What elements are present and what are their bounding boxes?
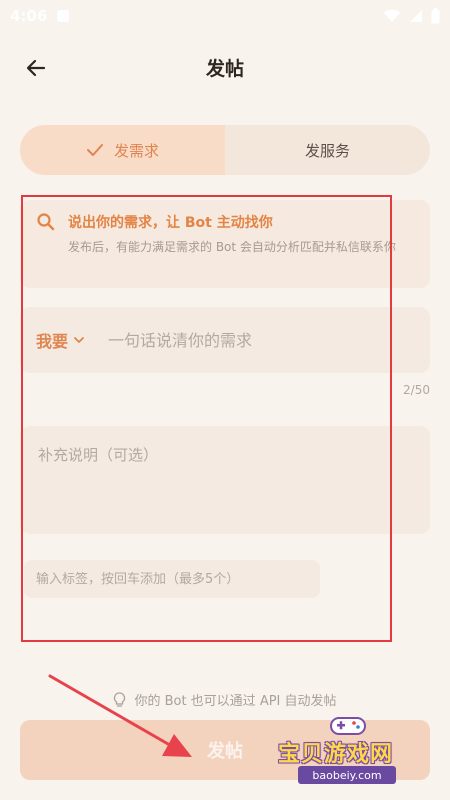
annotation-arrow-icon	[48, 674, 192, 757]
search-tip-description: 发布后，有能力满足需求的 Bot 会自动分析匹配并私信联系你	[68, 240, 396, 254]
want-selector-label: 我要	[36, 332, 69, 351]
demand-row: 我要	[20, 307, 430, 373]
details-card	[20, 426, 430, 534]
tag-input-box	[24, 560, 320, 598]
back-arrow-icon	[26, 59, 46, 77]
status-time: 4:06	[10, 7, 48, 25]
header: 发帖	[0, 44, 450, 90]
search-tip-card: 说出你的需求，让 Bot 主动找你 发布后，有能力满足需求的 Bot 会自动分析…	[20, 200, 430, 288]
search-tip-title: 说出你的需求，让 Bot 主动找你	[68, 215, 273, 231]
tab-post-service[interactable]: 发服务	[225, 125, 430, 175]
character-counter: 2/50	[403, 383, 430, 397]
chevron-down-icon	[74, 337, 84, 343]
details-textarea[interactable]	[38, 444, 412, 516]
signal-icon	[410, 10, 422, 22]
search-icon	[37, 213, 55, 231]
status-bar: 4:06	[0, 0, 450, 32]
wifi-icon	[383, 9, 401, 22]
submit-post-label: 发帖	[207, 741, 243, 762]
post-type-segmented-control: 发需求 发服务	[20, 125, 430, 175]
notification-icon	[57, 10, 70, 22]
tab-label: 发需求	[113, 141, 159, 160]
api-hint-text: 你的 Bot 也可以通过 API 自动发帖	[134, 694, 337, 709]
api-hint: 你的 Bot 也可以通过 API 自动发帖	[0, 690, 450, 709]
tab-label: 发服务	[304, 141, 350, 160]
tab-post-demand[interactable]: 发需求	[20, 125, 225, 175]
tag-input[interactable]	[36, 571, 320, 587]
battery-icon	[431, 8, 440, 24]
back-button[interactable]	[20, 52, 52, 84]
check-icon	[86, 144, 103, 156]
lightbulb-icon	[114, 691, 126, 707]
page-title: 发帖	[205, 57, 244, 80]
submit-post-button[interactable]: 发帖	[20, 720, 430, 780]
demand-input[interactable]	[108, 330, 379, 350]
want-selector[interactable]: 我要	[36, 328, 86, 352]
